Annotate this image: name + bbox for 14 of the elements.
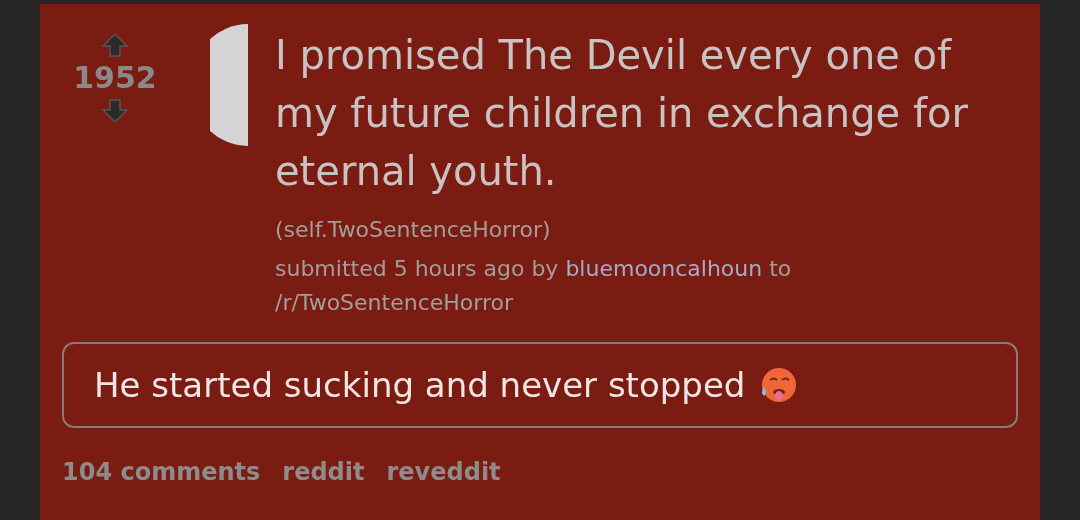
post-domain[interactable]: (self.TwoSentenceHorror): [275, 214, 1000, 246]
post-title[interactable]: I promised The Devil every one of my future children in exchange for eternal youth.: [275, 26, 995, 200]
submitted-text: submitted 5 hours ago by: [275, 256, 559, 281]
upvote-arrow-icon[interactable]: [100, 32, 130, 58]
footer-link[interactable]: reddit: [282, 454, 365, 490]
body-text: He started sucking and never stopped: [94, 363, 746, 407]
footer-link[interactable]: reveddit: [386, 454, 501, 490]
subreddit-link[interactable]: /r/TwoSentenceHorror: [275, 290, 514, 315]
author-link[interactable]: bluemooncalhoun: [565, 256, 763, 281]
downvote-arrow-icon[interactable]: [100, 98, 130, 124]
score: 1952: [73, 60, 157, 96]
thumbnail-icon[interactable]: [210, 24, 248, 146]
submitted-to-text: to: [769, 256, 792, 281]
footer-link[interactable]: 104 comments: [62, 454, 261, 490]
